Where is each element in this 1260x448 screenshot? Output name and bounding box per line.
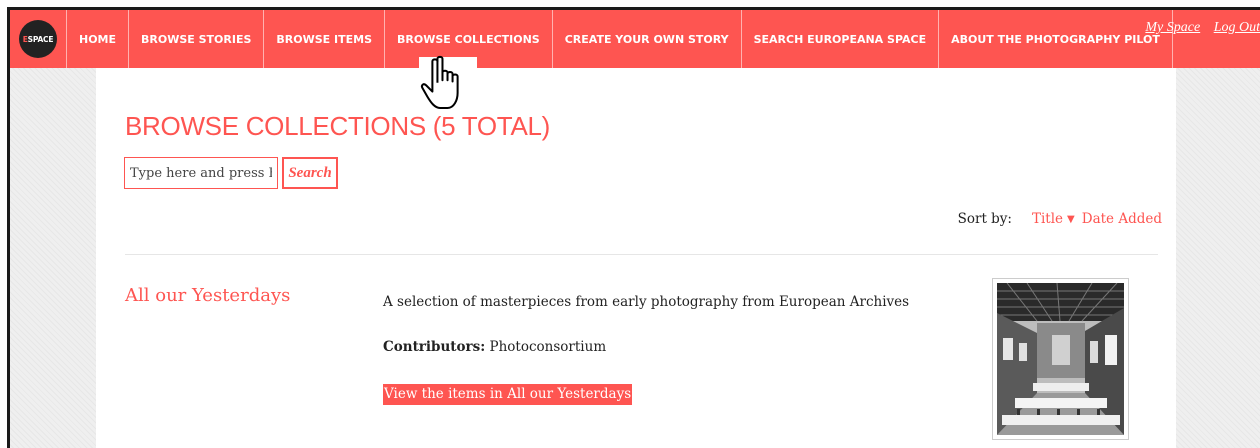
collection-contributors: Contributors: Photoconsortium: [383, 339, 606, 355]
collection-description: A selection of masterpieces from early p…: [383, 294, 910, 310]
nav-home[interactable]: HOME: [67, 10, 130, 68]
sort-title-label: Title: [1031, 211, 1064, 227]
top-navigation-bar: E SPACE HOME BROWSE STORIES BROWSE ITEMS …: [10, 10, 1260, 68]
active-tab-indicator: [419, 57, 477, 68]
divider: [125, 254, 1158, 255]
sort-by-label: Sort by:: [957, 211, 1012, 227]
nav-browse-stories[interactable]: BROWSE STORIES: [129, 10, 265, 68]
log-out-link[interactable]: Log Out: [1214, 20, 1260, 35]
sort-by-date-added-link[interactable]: Date Added: [1082, 211, 1162, 227]
user-links: My Space Log Out: [1135, 20, 1260, 36]
nav-search-europeana-space[interactable]: SEARCH EUROPEANA SPACE: [742, 10, 940, 68]
caret-down-icon: ▼: [1067, 213, 1075, 225]
search-input[interactable]: [124, 157, 278, 189]
my-space-link[interactable]: My Space: [1145, 20, 1200, 35]
nav-create-your-own-story[interactable]: CREATE YOUR OWN STORY: [553, 10, 742, 68]
nav-about-photography-pilot[interactable]: ABOUT THE PHOTOGRAPHY PILOT: [939, 10, 1173, 68]
collection-thumbnail[interactable]: [992, 278, 1129, 440]
page-title: BROWSE COLLECTIONS (5 TOTAL): [125, 111, 551, 141]
view-collection-items-link[interactable]: View the items in All our Yesterdays: [383, 384, 633, 405]
main-content: BROWSE COLLECTIONS (5 TOTAL) Search Sort…: [96, 68, 1176, 448]
collection-title-link[interactable]: All our Yesterdays: [125, 285, 290, 306]
sort-by-title-link[interactable]: Title ▼: [1032, 211, 1082, 227]
browser-viewport: E SPACE HOME BROWSE STORIES BROWSE ITEMS …: [7, 7, 1260, 448]
logo-text-space: SPACE: [27, 34, 54, 44]
nav-browse-items[interactable]: BROWSE ITEMS: [264, 10, 386, 68]
logo-badge: E SPACE: [19, 20, 57, 58]
site-logo[interactable]: E SPACE: [10, 10, 67, 68]
contributors-label: Contributors:: [383, 339, 486, 355]
sort-controls: Sort by: Title ▼ Date Added: [958, 211, 1162, 227]
thumbnail-photo: [997, 283, 1124, 435]
search-button[interactable]: Search: [282, 157, 338, 189]
contributors-value: Photoconsortium: [489, 339, 607, 355]
